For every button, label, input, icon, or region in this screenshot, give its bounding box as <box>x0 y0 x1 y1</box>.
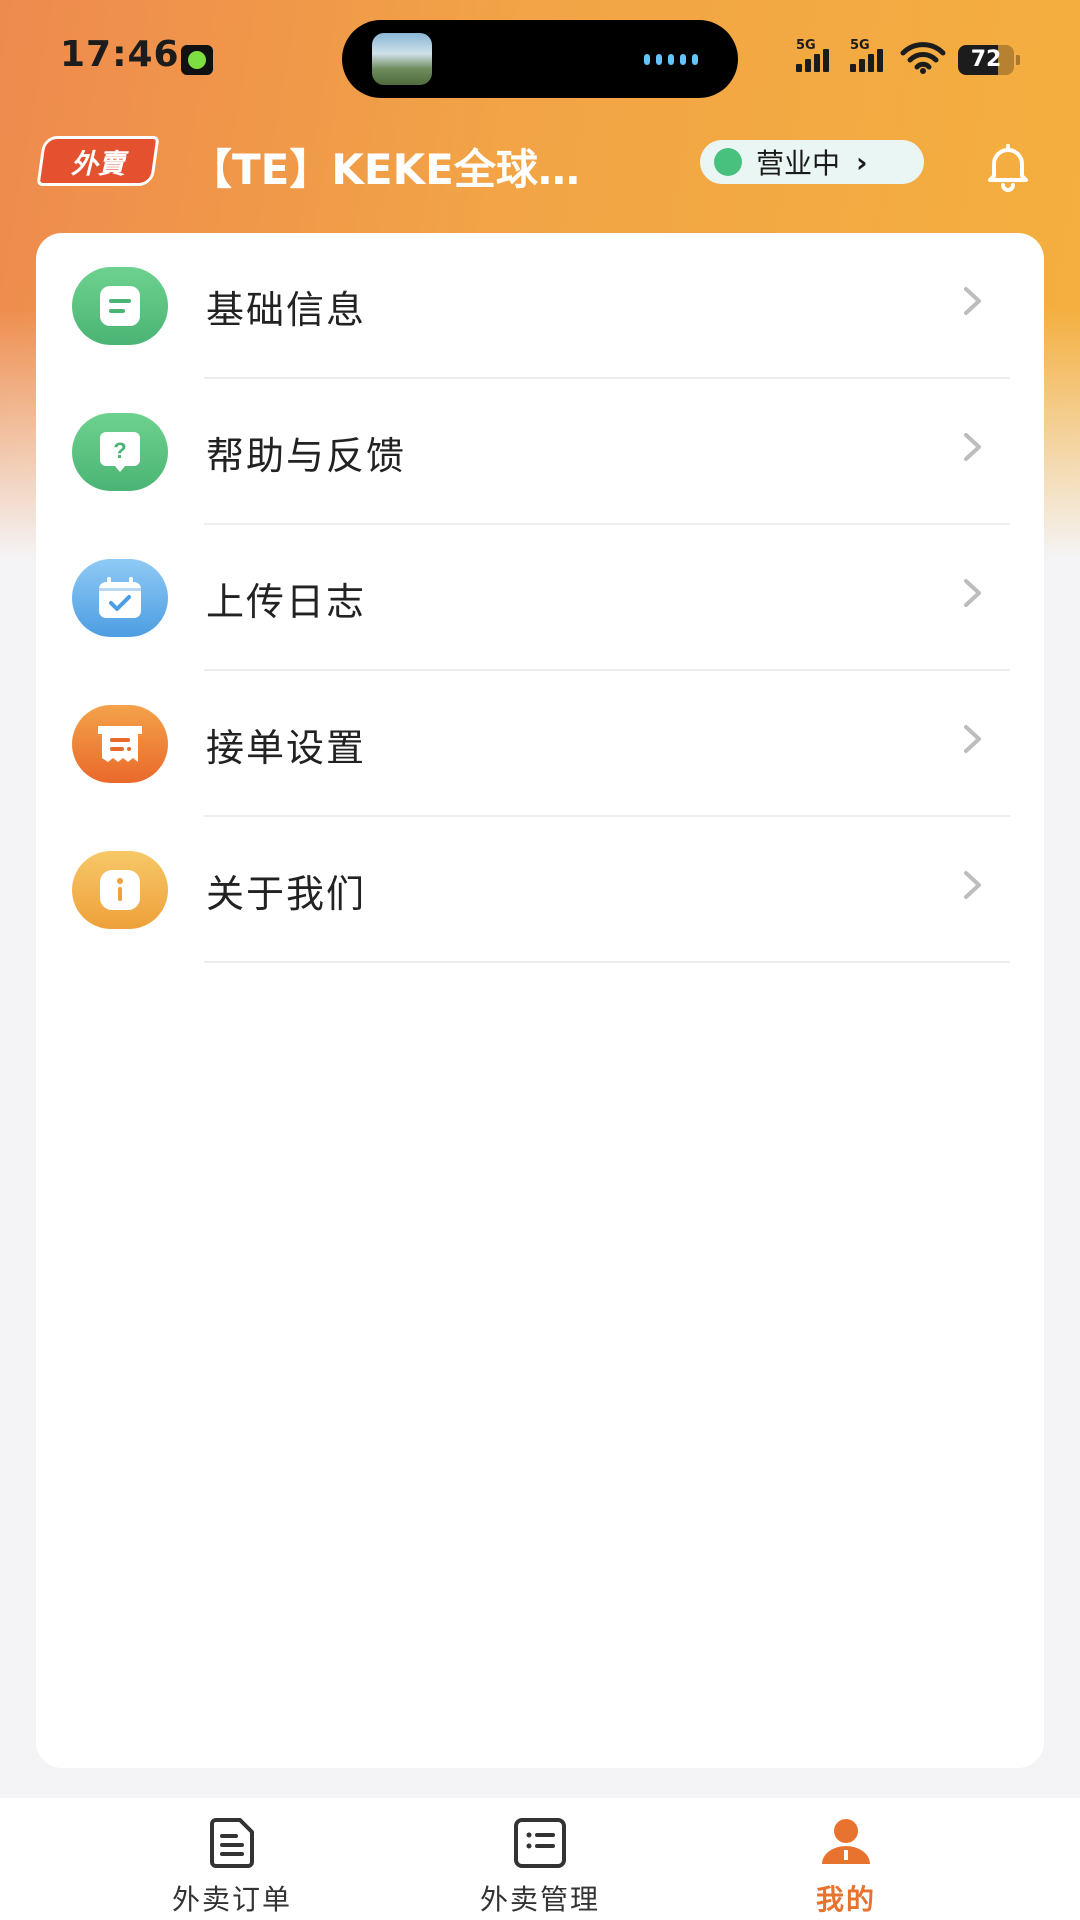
tab-takeout-management[interactable]: 外卖管理 <box>390 1798 690 1920</box>
battery-icon: 72 <box>958 45 1020 75</box>
wifi-icon <box>900 42 946 74</box>
battery-level: 72 <box>970 47 1002 72</box>
now-playing-artwork <box>372 33 432 85</box>
bell-icon[interactable] <box>982 140 1034 192</box>
cellular-signal-icon-2: 5G <box>850 38 883 72</box>
tab-label: 外卖订单 <box>171 1883 292 1916</box>
business-status-label: 营业中 <box>756 147 841 180</box>
status-time: 17:46 <box>60 34 180 75</box>
chevron-right-icon <box>964 579 981 607</box>
svg-text:?: ? <box>113 438 126 463</box>
order-doc-icon <box>210 1818 254 1868</box>
tab-label: 外卖管理 <box>479 1883 600 1916</box>
app-header: 外賣 【TE】KEKE全球… 营业中 › <box>0 130 1080 214</box>
menu-item-basic-info[interactable]: 基础信息 <box>36 233 1044 379</box>
menu-item-label: 基础信息 <box>206 288 367 332</box>
status-bar: 17:46 5G 5G 72 <box>0 0 1080 115</box>
help-icon: ? <box>72 413 168 491</box>
cellular-signal-icon: 5G <box>796 38 829 72</box>
menu-item-label: 接单设置 <box>206 726 367 770</box>
tab-takeout-orders[interactable]: 外卖订单 <box>82 1798 382 1920</box>
menu-item-upload-log[interactable]: 上传日志 <box>36 525 1044 671</box>
music-app-icon <box>181 45 213 75</box>
document-icon <box>72 267 168 345</box>
chevron-right-icon <box>964 871 981 899</box>
bottom-tab-bar: 外卖订单 外卖管理 我的 <box>0 1798 1080 1920</box>
settings-menu-card: 基础信息 ? 帮助与反馈 上传日志 接单设置 关于我们 <box>36 233 1044 1768</box>
status-dot-icon <box>714 148 742 176</box>
chevron-right-icon <box>964 287 981 315</box>
menu-item-about-us[interactable]: 关于我们 <box>36 817 1044 963</box>
menu-item-help-feedback[interactable]: ? 帮助与反馈 <box>36 379 1044 525</box>
dynamic-island[interactable] <box>342 20 738 98</box>
tab-label: 我的 <box>815 1883 876 1916</box>
chevron-right-icon <box>964 725 981 753</box>
takeout-badge: 外賣 <box>36 136 160 186</box>
list-manage-icon <box>514 1818 566 1868</box>
business-status-button[interactable]: 营业中 › <box>700 140 924 184</box>
store-name[interactable]: 【TE】KEKE全球… <box>190 136 650 197</box>
person-icon <box>822 1819 870 1864</box>
chevron-right-icon <box>964 433 981 461</box>
chevron-right-icon: › <box>856 145 868 179</box>
divider <box>204 961 1010 963</box>
receipt-icon <box>72 705 168 783</box>
menu-item-order-settings[interactable]: 接单设置 <box>36 671 1044 817</box>
menu-item-label: 帮助与反馈 <box>206 434 407 478</box>
audio-wave-icon <box>644 54 698 65</box>
menu-item-label: 上传日志 <box>206 580 367 624</box>
tab-mine[interactable]: 我的 <box>696 1798 996 1920</box>
info-icon <box>72 851 168 929</box>
calendar-check-icon <box>72 559 168 637</box>
menu-item-label: 关于我们 <box>206 872 367 916</box>
